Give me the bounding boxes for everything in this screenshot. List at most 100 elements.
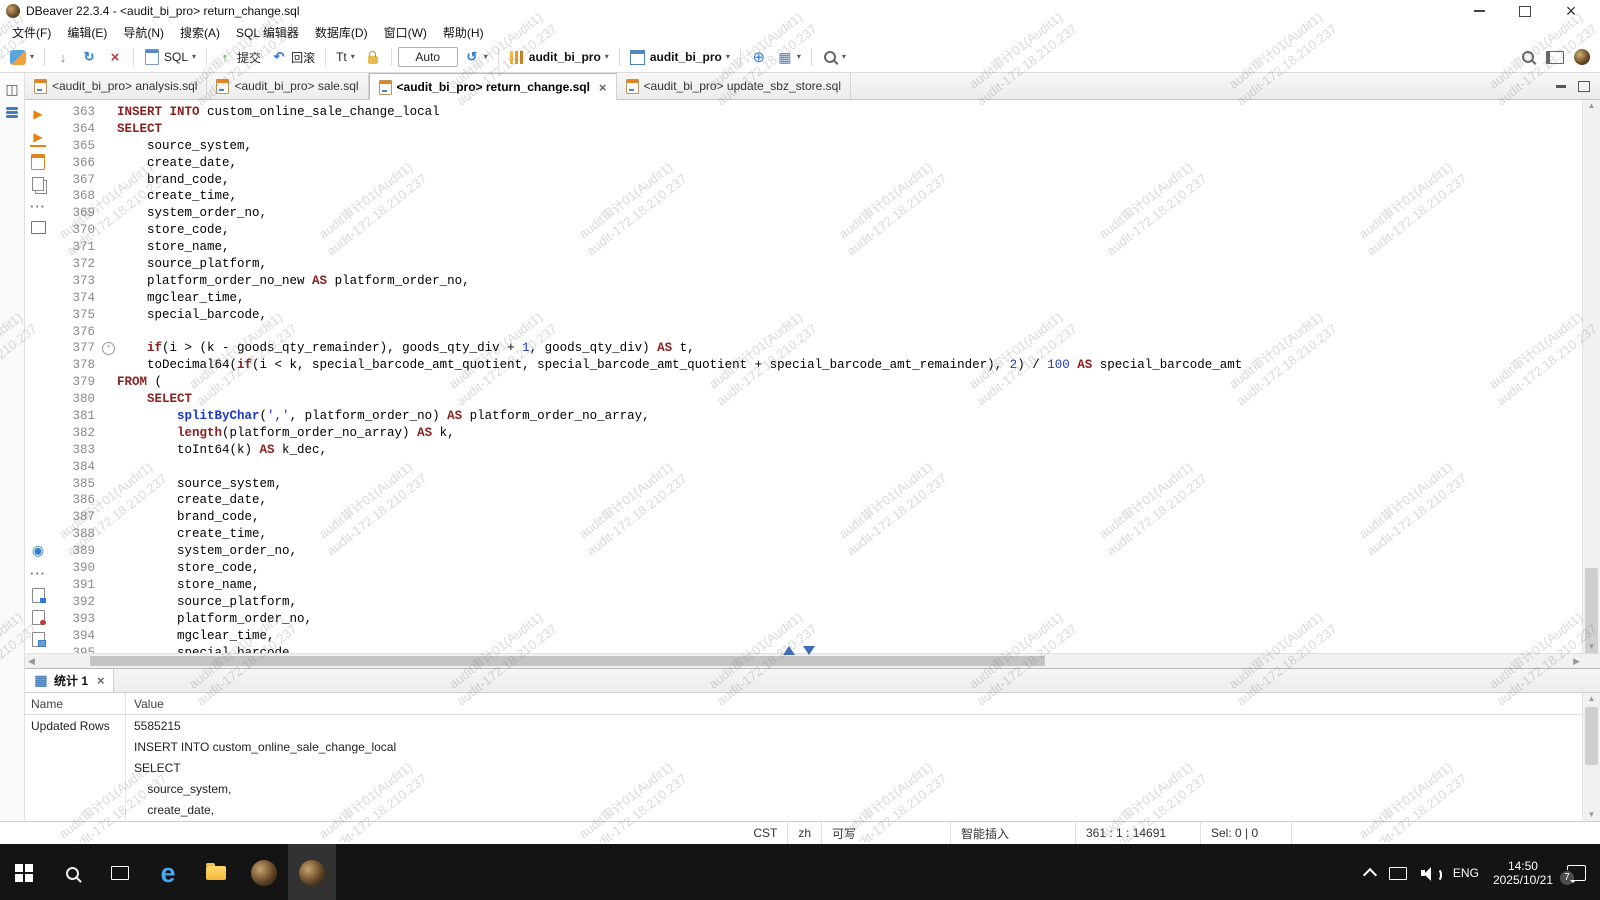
code-line[interactable]: 386 create_date, bbox=[51, 492, 1582, 509]
code-line[interactable]: 382 length(platform_order_no_array) AS k… bbox=[51, 425, 1582, 442]
code-line[interactable]: 369 system_order_no, bbox=[51, 205, 1582, 222]
minimize-button[interactable] bbox=[1456, 0, 1502, 22]
lock-toggle[interactable] bbox=[361, 46, 385, 68]
code-line[interactable]: 367 brand_code, bbox=[51, 172, 1582, 189]
stats-column-value[interactable]: Value bbox=[125, 693, 1582, 714]
connection-combo[interactable]: audit_bi_pro bbox=[505, 46, 613, 68]
code-line[interactable]: 366 create_date, bbox=[51, 155, 1582, 172]
notification-center-icon[interactable]: 7 bbox=[1567, 865, 1586, 881]
code-line[interactable]: 380 SELECT bbox=[51, 391, 1582, 408]
code-line[interactable]: 376 bbox=[51, 324, 1582, 341]
menu-item-database[interactable]: 数据库(D) bbox=[307, 22, 376, 43]
close-button[interactable] bbox=[1548, 0, 1594, 22]
volume-icon[interactable] bbox=[1421, 866, 1439, 880]
bookmark-script-icon[interactable] bbox=[32, 610, 45, 625]
code-lines[interactable]: 363INSERT INTO custom_online_sale_change… bbox=[51, 100, 1582, 653]
menu-item-search[interactable]: 搜索(A) bbox=[172, 22, 228, 43]
code-line[interactable]: 391 store_name, bbox=[51, 577, 1582, 594]
close-tab-icon[interactable] bbox=[599, 81, 607, 94]
save-script-icon[interactable] bbox=[32, 632, 45, 647]
stats-row[interactable]: INSERT INTO custom_online_sale_change_lo… bbox=[25, 736, 1582, 757]
new-connection-button[interactable] bbox=[6, 47, 38, 68]
file-explorer-button[interactable] bbox=[192, 844, 240, 900]
code-line[interactable]: 383 toInt64(k) AS k_dec, bbox=[51, 442, 1582, 459]
code-line[interactable]: 368 create_time, bbox=[51, 188, 1582, 205]
code-line[interactable]: 381 splitByChar(',', platform_order_no) … bbox=[51, 408, 1582, 425]
new-script-icon[interactable] bbox=[31, 154, 45, 170]
scrollbar-thumb[interactable] bbox=[1585, 707, 1598, 765]
code-line[interactable]: 389 system_order_no, bbox=[51, 543, 1582, 560]
stats-row[interactable]: SELECT bbox=[25, 757, 1582, 778]
start-button[interactable] bbox=[0, 844, 48, 900]
execute-script-icon[interactable] bbox=[30, 129, 46, 147]
scroll-left-icon[interactable]: ◀ bbox=[28, 656, 35, 666]
menu-item-file[interactable]: 文件(F) bbox=[4, 22, 59, 43]
close-tab-icon[interactable] bbox=[97, 674, 105, 687]
code-line[interactable]: 392 source_platform, bbox=[51, 594, 1582, 611]
code-line[interactable]: 364SELECT bbox=[51, 121, 1582, 138]
scroll-right-icon[interactable]: ▶ bbox=[1573, 656, 1580, 666]
menu-item-sql-editor[interactable]: SQL 编辑器 bbox=[228, 22, 307, 43]
pinned-app-button[interactable] bbox=[240, 844, 288, 900]
code-line[interactable]: 363INSERT INTO custom_online_sale_change… bbox=[51, 104, 1582, 121]
minimize-view-icon[interactable] bbox=[1556, 85, 1566, 88]
fold-marker-icon[interactable]: - bbox=[101, 340, 117, 357]
execute-statement-icon[interactable] bbox=[30, 106, 46, 122]
tab-sale[interactable]: <audit_bi_pro> sale.sql bbox=[207, 73, 368, 99]
stats-row[interactable]: Updated Rows5585215 bbox=[25, 715, 1582, 736]
code-line[interactable]: 390 store_code, bbox=[51, 560, 1582, 577]
editor-horizontal-scrollbar[interactable]: ◀ ▶ bbox=[25, 653, 1600, 668]
menu-item-edit[interactable]: 编辑(E) bbox=[59, 22, 115, 43]
restore-panel-icon[interactable] bbox=[4, 81, 20, 97]
tab-update-sbz-store[interactable]: <audit_bi_pro> update_sbz_store.sql bbox=[617, 73, 851, 99]
stats-header-row[interactable]: Name Value bbox=[25, 693, 1582, 715]
open-perspective-button[interactable] bbox=[1542, 46, 1568, 68]
network-button[interactable] bbox=[747, 46, 771, 68]
menu-item-help[interactable]: 帮助(H) bbox=[435, 22, 492, 43]
search-button[interactable] bbox=[818, 46, 850, 68]
dbeaver-taskbar-button[interactable] bbox=[288, 844, 336, 900]
edge-browser-button[interactable] bbox=[144, 844, 192, 900]
maximize-view-icon[interactable] bbox=[1578, 81, 1590, 92]
code-line[interactable]: 387 brand_code, bbox=[51, 509, 1582, 526]
rollback-button[interactable]: 回滚 bbox=[267, 46, 319, 69]
code-line[interactable]: 372 source_platform, bbox=[51, 256, 1582, 273]
tab-analysis[interactable]: <audit_bi_pro> analysis.sql bbox=[25, 73, 207, 99]
stats-row[interactable]: source_system, bbox=[25, 778, 1582, 799]
code-line[interactable]: 377- if(i > (k - goods_qty_remainder), g… bbox=[51, 340, 1582, 357]
tray-expand-icon[interactable] bbox=[1363, 868, 1377, 882]
code-line[interactable]: 378 toDecimal64(if(i < k, special_barcod… bbox=[51, 357, 1582, 374]
scroll-down-icon[interactable]: ▼ bbox=[1583, 642, 1600, 652]
menu-item-window[interactable]: 窗口(W) bbox=[376, 22, 435, 43]
settings-gear-icon[interactable] bbox=[30, 542, 46, 558]
panel-up-arrow-icon[interactable] bbox=[783, 646, 795, 655]
code-line[interactable]: 379FROM ( bbox=[51, 374, 1582, 391]
code-line[interactable]: 384 bbox=[51, 459, 1582, 476]
status-caret-position[interactable]: 361 : 1 : 14691 bbox=[1076, 822, 1201, 844]
output-console-icon[interactable] bbox=[31, 221, 46, 234]
code-line[interactable]: 374 mgclear_time, bbox=[51, 290, 1582, 307]
scroll-down-icon[interactable]: ▼ bbox=[1583, 810, 1600, 820]
code-line[interactable]: 388 create_time, bbox=[51, 526, 1582, 543]
font-size-button[interactable]: Tt bbox=[332, 47, 359, 67]
task-view-button[interactable] bbox=[96, 844, 144, 900]
stats-cell-value[interactable]: 5585215 bbox=[125, 715, 1582, 736]
code-line[interactable]: 393 platform_order_no, bbox=[51, 611, 1582, 628]
taskbar-search-button[interactable] bbox=[48, 844, 96, 900]
stats-vertical-scrollbar[interactable]: ▲ ▼ bbox=[1582, 693, 1600, 821]
sql-editor-button[interactable]: SQL bbox=[140, 46, 200, 68]
code-line[interactable]: 385 source_system, bbox=[51, 476, 1582, 493]
copy-icon[interactable] bbox=[32, 177, 44, 191]
stats-cell-value[interactable]: source_system, bbox=[125, 778, 1582, 799]
stats-tab[interactable]: 统计 1 bbox=[25, 669, 114, 692]
overflow-icon[interactable] bbox=[30, 198, 46, 214]
panel-down-arrow-icon[interactable] bbox=[803, 646, 815, 655]
stats-column-name[interactable]: Name bbox=[25, 697, 125, 711]
input-language[interactable]: ENG bbox=[1453, 866, 1479, 880]
status-insert-mode[interactable]: 智能插入 bbox=[951, 822, 1076, 844]
maximize-button[interactable] bbox=[1502, 0, 1548, 22]
stats-cell-value[interactable]: INSERT INTO custom_online_sale_change_lo… bbox=[125, 736, 1582, 757]
database-navigator-icon[interactable] bbox=[6, 107, 18, 120]
quick-search-button[interactable] bbox=[1516, 46, 1540, 68]
code-line[interactable]: 371 store_name, bbox=[51, 239, 1582, 256]
